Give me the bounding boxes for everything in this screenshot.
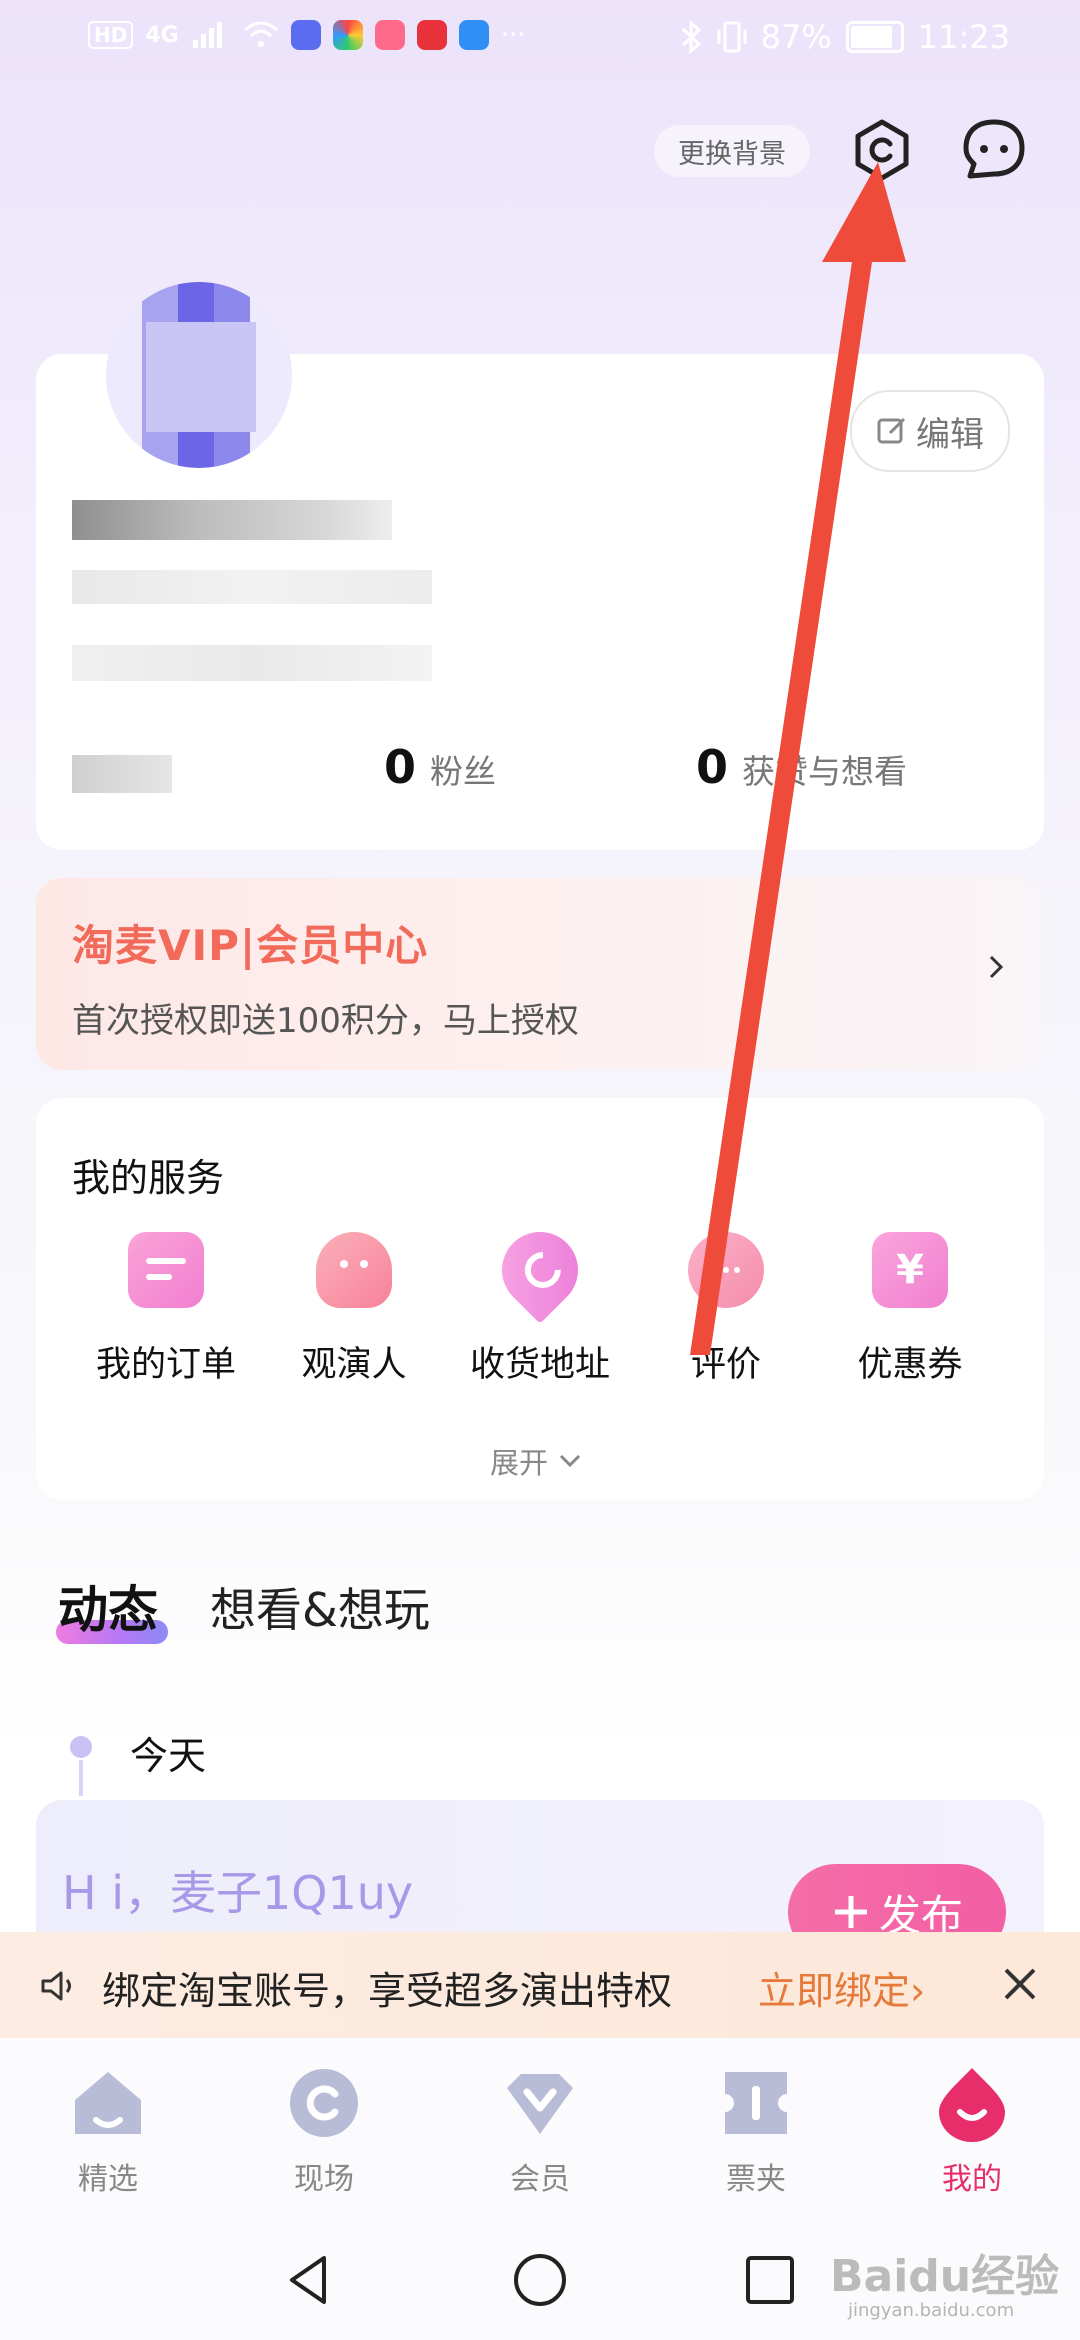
speaker-icon [41,1971,71,2001]
coupon-icon: ¥ [872,1232,948,1308]
more-notifications-icon: ··· [500,20,526,50]
huawei-app-icon [416,20,447,50]
service-audience[interactable]: 观演人 [264,1232,444,1387]
service-review[interactable]: 评价 [636,1232,816,1387]
username-blurred [72,500,392,540]
likes-stat[interactable]: 0 获赞与想看 [696,740,907,794]
recents-icon[interactable] [740,2250,800,2310]
tab-wishlist[interactable]: 想看&想玩 [210,1574,430,1640]
fans-count: 0 [384,740,417,794]
order-icon [128,1232,204,1308]
user-bio-blurred [72,645,432,681]
home-circle-icon[interactable] [510,2250,570,2310]
bluetooth-icon [681,20,701,54]
messages-button[interactable] [960,116,1028,184]
wifi-icon [243,21,278,47]
taobao-bind-link[interactable]: 立即绑定› [758,1960,925,2015]
timeline-today: 今天 [130,1734,207,1778]
nav-item-live[interactable]: 现场 [244,2064,404,2198]
avatar[interactable] [106,282,292,468]
app-store-icon [332,20,363,50]
timeline-dot [70,1736,92,1758]
service-coupon[interactable]: ¥ 优惠券 [820,1232,1000,1387]
address-icon [486,1216,594,1324]
music-app-icon [290,20,321,50]
fans-label: 粉丝 [430,752,497,791]
following-stat-blurred[interactable] [72,755,172,793]
service-orders[interactable]: 我的订单 [76,1232,256,1387]
battery-percent: 87% [760,18,832,56]
fans-stat[interactable]: 0 粉丝 [384,740,496,794]
chevron-down-icon [559,1454,581,1468]
clock: 11:23 [917,18,1010,56]
user-info-blurred [72,570,432,604]
timeline-line [79,1760,83,1796]
nav-item-mine[interactable]: 我的 [892,2064,1052,2198]
vip-title: 淘麦VIP|会员中心 [72,921,429,970]
settings-icon [855,119,909,181]
likes-label: 获赞与想看 [742,752,908,791]
plus-icon [834,1896,867,1928]
baidu-watermark: Baidu经验 [830,2251,1060,2302]
close-icon[interactable] [1002,1966,1038,2002]
services-title: 我的服务 [72,1156,225,1200]
hd-indicator: HD [88,21,134,49]
edit-label: 编辑 [916,414,984,455]
battery-icon [845,21,904,53]
home-icon [75,2072,141,2134]
expand-label: 展开 [490,1446,549,1480]
service-address[interactable]: 收货地址 [450,1216,630,1387]
ticket-icon [725,2072,787,2134]
nav-item-featured[interactable]: 精选 [28,2064,188,2198]
vibrate-icon [717,21,747,53]
weather-app-icon [458,20,489,50]
taobao-bind-text: 绑定淘宝账号，享受超多演出特权 [102,1969,673,2013]
settings-button[interactable] [850,118,914,182]
greeting-text: H i，麦子1Q1uy [62,1866,414,1920]
likes-count: 0 [696,740,729,794]
change-background-button[interactable]: 更换背景 [654,125,810,177]
expand-button[interactable]: 展开 [490,1440,582,1482]
audience-icon [316,1232,392,1308]
nav-item-tickets[interactable]: 票夹 [676,2064,836,2198]
status-bar: HD 4G ··· 87% 11:23 [0,0,1080,80]
live-icon [290,2069,358,2137]
nav-item-member[interactable]: 会员 [460,2064,620,2198]
vip-subtitle: 首次授权即送100积分，马上授权 [72,1001,579,1041]
chat-bubble-icon [963,119,1025,179]
edit-icon [877,417,906,444]
edit-profile-button[interactable]: 编辑 [850,390,1010,472]
signal-icon [192,22,222,48]
back-icon[interactable] [280,2250,340,2310]
chevron-right-icon [989,955,1004,979]
mine-icon [939,2068,1005,2142]
member-icon [507,2074,573,2134]
taobao-bind-banner: 绑定淘宝账号，享受超多演出特权 立即绑定› [0,1932,1080,2038]
network-indicator: 4G [145,22,179,48]
review-icon [688,1232,764,1308]
gallery-app-icon [374,20,405,50]
baidu-watermark-url: jingyan.baidu.com [848,2300,1015,2321]
tab-dynamics[interactable]: 动态 [58,1570,158,1642]
